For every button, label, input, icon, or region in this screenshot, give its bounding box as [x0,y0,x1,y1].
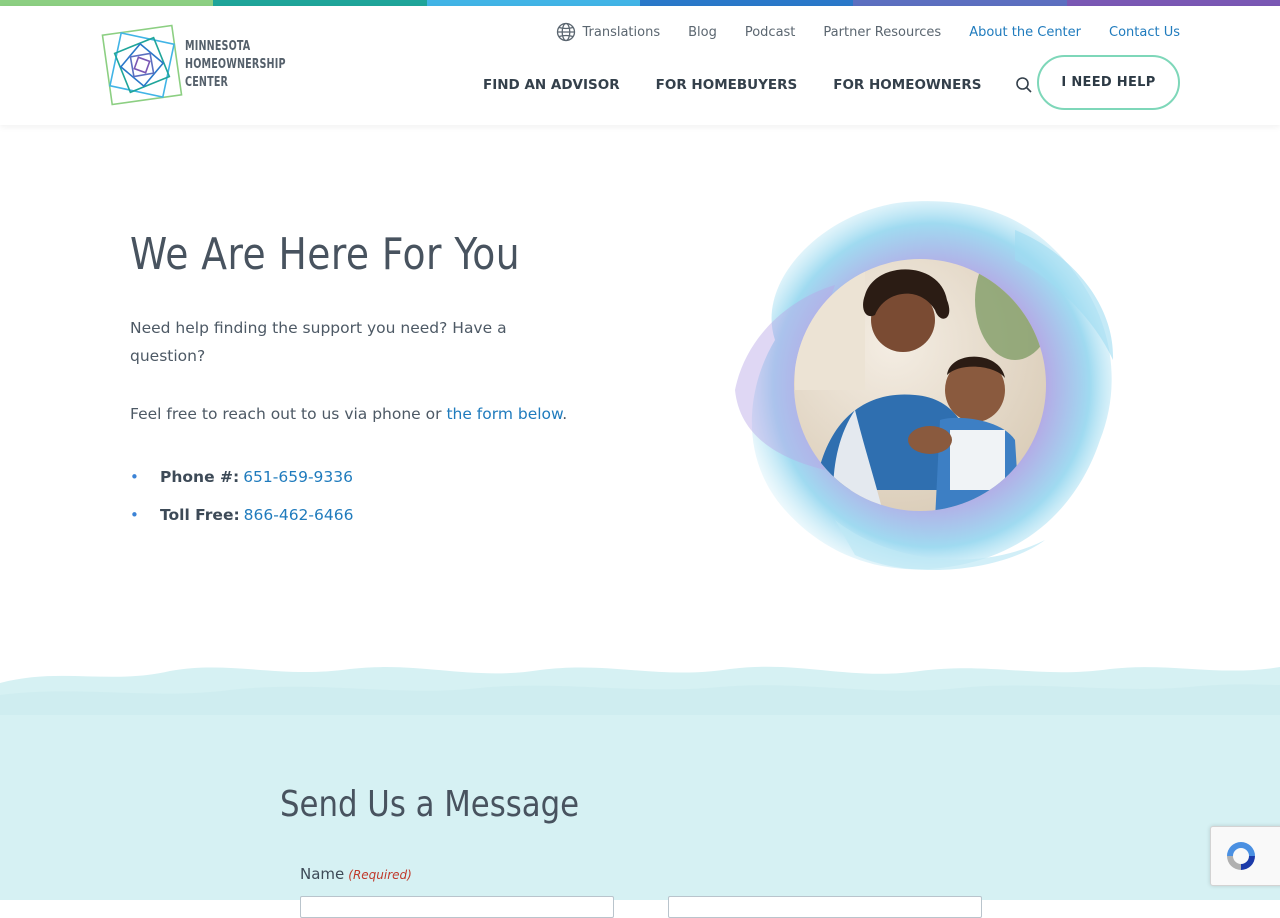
phone-item: • Phone #: 651-659-9336 [130,458,353,496]
tollfree-link[interactable]: 866-462-6466 [244,501,354,529]
utility-nav: Translations Blog Podcast Partner Resour… [528,22,1180,42]
phone-link[interactable]: 651-659-9336 [243,463,353,491]
globe-icon [557,22,576,42]
logo-icon [101,24,183,106]
tollfree-label: Toll Free: [160,506,240,524]
last-name-input[interactable] [668,896,982,918]
partner-resources-link[interactable]: Partner Resources [823,25,941,40]
bullet: • [130,468,139,486]
name-field-label: Name (Required) [300,865,412,883]
page-title: We Are Here For You [130,229,521,280]
site-logo-link[interactable]: MINNESOTA HOMEOWNERSHIP CENTER [99,22,309,108]
phone-label: Phone #: [160,468,240,486]
nav-find-advisor[interactable]: FIND AN ADVISOR [483,77,620,93]
site-header: MINNESOTA HOMEOWNERSHIP CENTER Translati… [0,6,1280,125]
logo-line-3: CENTER [185,75,229,90]
name-label: Name [300,865,345,883]
translations-label: Translations [582,24,661,40]
search-icon[interactable] [1015,76,1033,94]
recaptcha-icon [1227,842,1255,870]
reach-out-paragraph: Feel free to reach out to us via phone o… [130,400,580,428]
main-nav: FIND AN ADVISOR FOR HOMEBUYERS FOR HOMEO… [483,76,1033,94]
reach-out-text: Feel free to reach out to us via phone o… [130,405,447,423]
tollfree-item: • Toll Free: 866-462-6466 [130,496,353,534]
reach-out-period: . [562,405,568,423]
nav-for-homebuyers[interactable]: FOR HOMEBUYERS [656,77,798,93]
watercolor-photo-illustration [735,201,1114,571]
bullet: • [130,506,139,524]
contact-us-link[interactable]: Contact Us [1109,25,1180,40]
logo-line-2: HOMEOWNERSHIP [185,57,286,72]
nav-for-homeowners[interactable]: FOR HOMEOWNERS [833,77,981,93]
logo-line-1: MINNESOTA [185,39,251,54]
blog-link[interactable]: Blog [688,25,717,40]
form-below-link[interactable]: the form below [446,405,562,423]
first-name-input[interactable] [300,896,614,918]
podcast-link[interactable]: Podcast [745,25,796,40]
i-need-help-button[interactable]: I NEED HELP [1037,55,1180,110]
about-center-link[interactable]: About the Center [969,25,1081,40]
send-message-title: Send Us a Message [280,784,580,825]
logo-wordmark: MINNESOTA HOMEOWNERSHIP CENTER [185,38,286,92]
translations-link[interactable]: Translations [556,22,660,42]
intro-paragraph: Need help finding the support you need? … [130,319,507,365]
required-note: (Required) [348,868,412,882]
hero-photo [715,190,1125,580]
recaptcha-badge[interactable] [1210,826,1280,886]
contact-list: • Phone #: 651-659-9336 • Toll Free: 866… [130,458,353,534]
form-section-background [0,666,1280,900]
